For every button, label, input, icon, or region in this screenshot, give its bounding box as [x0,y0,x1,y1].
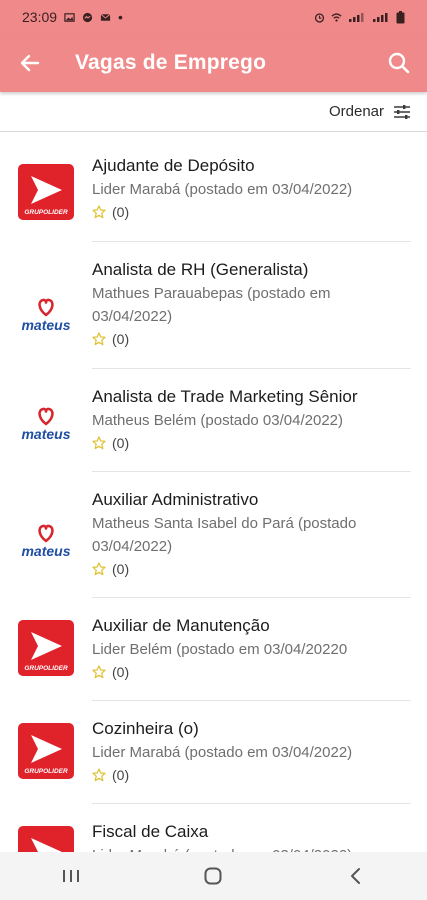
job-item[interactable]: GRUPOLIDER Cozinheira (o) Lider Marabá (… [0,717,427,804]
grupo-lider-logo-text: GRUPOLIDER [24,209,68,216]
sort-bar: Ordenar [0,92,427,132]
job-item[interactable]: mateus Analista de Trade Marketing Sênio… [0,385,427,472]
divider [92,368,411,369]
star-icon [92,436,106,450]
job-title: Ajudante de Depósito [92,156,255,175]
job-company: Lider Marabá (postado em 03/04/2022) [92,181,353,198]
job-list: GRUPOLIDER Ajudante de Depósito Lider Ma… [0,132,427,852]
job-company: Matheus Belém (postado 03/04/2022) [92,412,343,429]
alarm-icon [314,12,325,23]
divider [92,241,411,242]
wifi-icon [331,12,342,22]
mateus-logo-text: mateus [21,543,70,559]
job-title: Analista de Trade Marketing Sênior [92,387,358,406]
grupo-lider-logo-text: GRUPOLIDER [24,665,68,672]
sort-button[interactable]: Ordenar [329,103,411,120]
divider [92,597,411,598]
recents-icon [63,870,80,882]
job-rating-count: (0) [112,331,130,347]
arrow-left-icon [20,54,40,72]
job-item[interactable]: GRUPOLIDER Auxiliar de Manutenção Lider … [0,614,427,701]
battery-icon [396,10,405,23]
image-notification-icon [64,12,75,22]
mateus-logo: mateus [18,397,74,453]
job-title: Fiscal de Caixa [92,822,209,841]
job-item[interactable]: GRUPOLIDER Fiscal de Caixa Lider Marabá … [0,820,427,852]
signal-1-icon [349,13,364,22]
nav-back-button[interactable] [326,856,386,896]
job-rating: (0) [92,202,411,222]
job-rating: (0) [92,433,411,453]
system-nav-bar [0,852,427,900]
grupo-lider-logo: GRUPOLIDER [18,164,74,220]
divider [92,803,411,804]
divider [92,471,411,472]
sliders-icon [394,104,410,119]
mateus-logo: mateus [18,514,74,570]
app-bar: Vagas de Emprego [0,34,427,92]
job-company: Lider Marabá (postado em 03/04/2022) [92,744,353,761]
mateus-logo-text: mateus [21,317,70,333]
home-icon [204,867,222,885]
mail-notification-icon [100,13,111,21]
job-item[interactable]: mateus Analista de RH (Generalista) Math… [0,258,427,369]
star-icon [92,768,106,782]
job-item[interactable]: GRUPOLIDER Ajudante de Depósito Lider Ma… [0,154,427,242]
search-icon [388,52,410,74]
home-button[interactable] [183,856,243,896]
grupo-lider-logo: GRUPOLIDER [18,826,74,852]
mateus-logo: mateus [18,288,74,344]
job-title: Auxiliar Administrativo [92,490,259,509]
job-rating: (0) [92,765,411,785]
job-title: Analista de RH (Generalista) [92,260,309,279]
messenger-notification-icon [82,12,93,22]
divider [92,700,411,701]
job-rating-count: (0) [112,204,130,220]
job-rating: (0) [92,559,411,579]
signal-2-icon [373,13,388,22]
job-rating-count: (0) [112,767,130,783]
status-more-dot: • [118,9,123,25]
job-company: Lider Belém (postado em 03/04/20220 [92,641,348,658]
sort-label: Ordenar [328,103,384,120]
mateus-logo-text: mateus [21,426,70,442]
job-title: Cozinheira (o) [92,719,199,738]
chevron-left-icon [350,868,360,884]
page-title: Vagas de Emprego [75,51,267,74]
back-button[interactable] [0,34,60,92]
job-company: Mathues Parauabepas (postado em 03/04/20… [92,285,331,325]
search-button[interactable] [371,34,427,92]
status-time: 23:09 [22,9,58,25]
grupo-lider-logo: GRUPOLIDER [18,620,74,676]
job-company: Matheus Santa Isabel do Pará (postado 03… [92,515,357,555]
grupo-lider-logo-text: GRUPOLIDER [24,768,68,775]
star-icon [92,562,106,576]
job-rating-count: (0) [112,664,130,680]
job-rating: (0) [92,329,411,349]
job-company: Lider Marabá (postado em 03/04/2022) [92,844,411,852]
star-icon [92,665,106,679]
job-rating-count: (0) [112,561,130,577]
job-rating: (0) [92,662,411,682]
job-title: Auxiliar de Manutenção [92,616,270,635]
star-icon [92,332,106,346]
status-bar: 23:09 • [0,0,427,34]
grupo-lider-logo: GRUPOLIDER [18,723,74,779]
star-icon [92,205,106,219]
job-rating-count: (0) [112,435,130,451]
recents-button[interactable] [41,856,101,896]
job-item[interactable]: mateus Auxiliar Administrativo Matheus S… [0,488,427,598]
